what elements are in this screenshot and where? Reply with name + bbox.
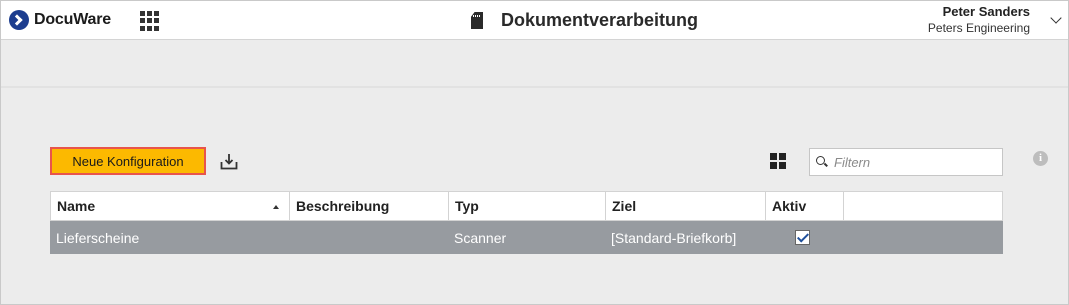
secondary-toolbar-band — [1, 40, 1068, 88]
brand-name: DocuWare — [34, 11, 111, 28]
table-header: Name Beschreibung Typ Ziel Aktiv — [50, 191, 1003, 221]
cell-empty — [843, 221, 1001, 254]
chevron-down-icon[interactable] — [1050, 12, 1062, 24]
cell-name: Lieferscheine — [56, 229, 140, 246]
table-row[interactable]: Lieferscheine Scanner [Standard-Briefkor… — [50, 221, 1003, 254]
search-icon — [816, 156, 828, 168]
column-header-type[interactable]: Typ — [449, 192, 606, 220]
docuware-logo-icon — [9, 10, 29, 30]
active-checkbox[interactable] — [795, 230, 810, 245]
new-configuration-button[interactable]: Neue Konfiguration — [50, 147, 206, 175]
column-label: Typ — [455, 198, 479, 214]
import-icon[interactable] — [220, 153, 238, 170]
column-label: Aktiv — [772, 198, 807, 214]
column-label: Ziel — [612, 198, 637, 214]
top-bar: DocuWare Dokumentverarbeitung Peter Sand… — [1, 1, 1068, 40]
cell-target: [Standard-Briefkorb] — [611, 229, 737, 246]
brand[interactable]: DocuWare — [9, 10, 111, 30]
column-label: Beschreibung — [296, 198, 390, 214]
column-header-active[interactable]: Aktiv — [766, 192, 844, 220]
sort-ascending-icon — [273, 205, 279, 209]
filter-input[interactable] — [832, 153, 996, 171]
app-launcher-grid-icon[interactable] — [140, 11, 160, 31]
column-header-empty — [844, 192, 1002, 220]
filter-box[interactable] — [809, 148, 1003, 176]
cell-active — [765, 221, 843, 254]
document-processing-icon — [471, 12, 483, 29]
column-header-target[interactable]: Ziel — [606, 192, 766, 220]
user-organization: Peters Engineering — [927, 21, 1030, 35]
user-menu[interactable]: Peter Sanders Peters Engineering — [928, 4, 1030, 36]
configurations-table: Name Beschreibung Typ Ziel Aktiv Liefers… — [50, 191, 1003, 254]
cell-type: Scanner — [454, 229, 507, 246]
cell-description — [289, 221, 448, 254]
user-name: Peter Sanders — [942, 4, 1030, 19]
page-title: Dokumentverarbeitung — [501, 10, 699, 30]
app-window: DocuWare Dokumentverarbeitung Peter Sand… — [0, 0, 1069, 305]
column-header-description[interactable]: Beschreibung — [290, 192, 449, 220]
column-label: Name — [57, 198, 96, 214]
info-icon[interactable]: i — [1033, 151, 1048, 166]
tile-view-icon[interactable] — [770, 153, 786, 169]
column-header-name[interactable]: Name — [51, 192, 290, 220]
page-header: Dokumentverarbeitung — [471, 10, 698, 31]
